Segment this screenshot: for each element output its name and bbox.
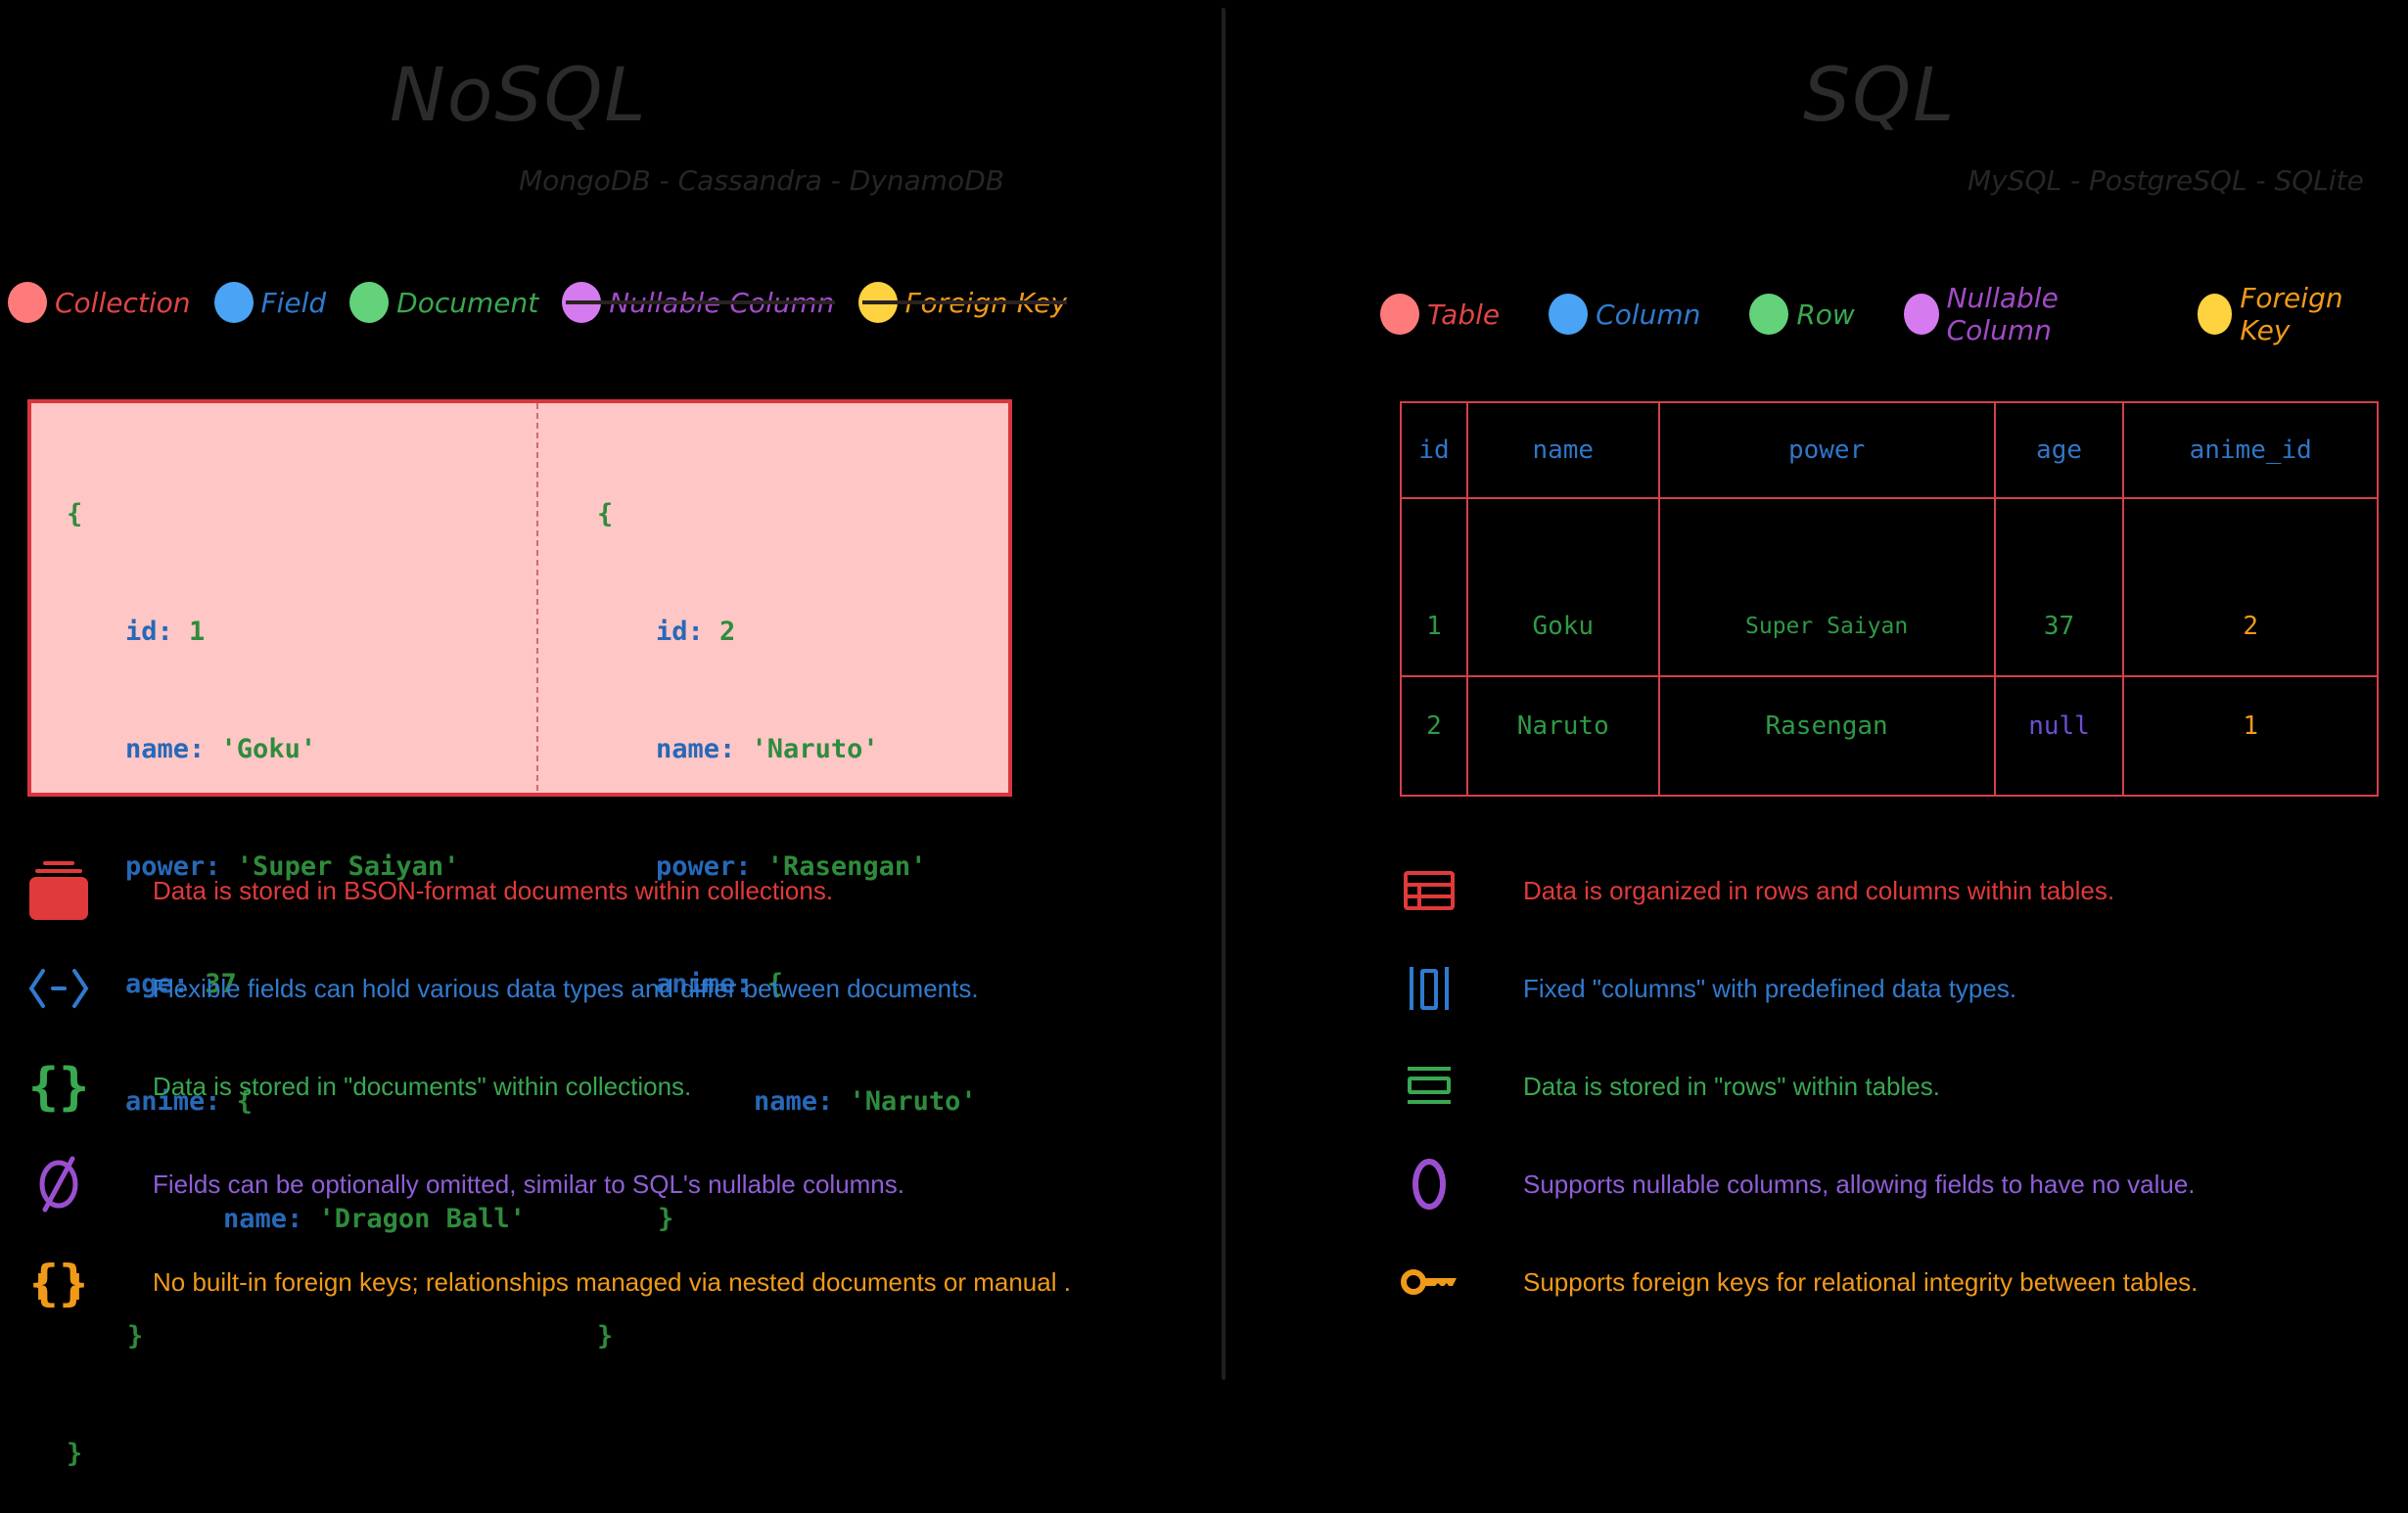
legend-dot — [1549, 294, 1589, 335]
key-icon — [1398, 1251, 1460, 1313]
legend-item-collection: Collection — [8, 282, 191, 323]
legend-label: Document — [396, 286, 539, 319]
feature-text: Data is stored in "rows" within tables. — [1523, 1071, 1940, 1101]
nosql-legend: Collection Field Document Nullable Colum… — [8, 282, 1090, 323]
empty-set-icon — [27, 1153, 90, 1215]
legend-label: Collection — [55, 286, 191, 319]
document-separator — [536, 403, 538, 791]
feature-text: Supports foreign keys for relational int… — [1523, 1266, 2199, 1297]
legend-dot — [1903, 294, 1939, 335]
zero-null-icon — [1398, 1153, 1460, 1215]
legend-label: Row — [1796, 298, 1855, 331]
column-header-name: name — [1465, 401, 1660, 499]
sql-table: id name power age anime_id 1 Goku Super … — [1400, 401, 2379, 797]
table-header-row: id name power age anime_id — [1400, 401, 2379, 499]
sql-feature-rows: Data is stored in "rows" within tables. — [1398, 1055, 1940, 1118]
strikethrough-line — [566, 300, 835, 304]
svg-text:{}: {} — [28, 1058, 90, 1117]
legend-label: Table — [1427, 298, 1501, 331]
doc-nested-close: } — [127, 1321, 144, 1352]
legend-item-foreign-key: Foreign Key — [857, 282, 1067, 323]
nosql-feature-no-foreign-keys: {}[ ] No built-in foreign keys; relation… — [27, 1251, 1071, 1313]
doc-close-brace: } — [597, 1321, 614, 1352]
sql-feature-nullable: Supports nullable columns, allowing fiel… — [1398, 1153, 2196, 1215]
legend-item-document: Document — [349, 282, 538, 323]
doc-open-brace: { — [597, 499, 614, 529]
column-header-id: id — [1400, 401, 1468, 499]
nosql-feature-documents: {} Data is stored in "documents" within … — [27, 1055, 692, 1118]
table-cell-foreign-key: 2 — [2122, 497, 2379, 677]
table-cell: 1 — [1400, 497, 1468, 677]
doc-field: id: 1 — [125, 617, 206, 647]
legend-item-row: Row — [1749, 294, 1855, 335]
legend-item-column: Column — [1549, 294, 1700, 335]
feature-text: Fixed "columns" with predefined data typ… — [1523, 973, 2017, 1003]
sql-feature-foreign-keys: Supports foreign keys for relational int… — [1398, 1251, 2198, 1313]
legend-dot — [2197, 294, 2233, 335]
feature-text: Supports nullable columns, allowing fiel… — [1523, 1169, 2196, 1199]
sql-legend: Table Column Row Nullable Column Foreign… — [1380, 282, 2408, 346]
sql-feature-columns: Fixed "columns" with predefined data typ… — [1398, 957, 2016, 1020]
table-cell-foreign-key: 1 — [2122, 675, 2379, 797]
legend-label: Nullable Column — [1946, 282, 2059, 346]
doc-open-brace: { — [67, 499, 83, 529]
collection-stack-icon — [27, 859, 90, 922]
nosql-feature-flexible-fields: Flexible fields can hold various data ty… — [27, 957, 979, 1020]
curly-braces-icon: {} — [27, 1055, 90, 1118]
doc-field: name: 'Naruto' — [656, 734, 879, 764]
legend-label: Field — [260, 286, 327, 319]
nested-braces-icon: {}[ ] — [27, 1251, 90, 1313]
legend-item-nullable-column: Nullable Column — [1903, 282, 2149, 346]
rows-icon — [1398, 1055, 1460, 1118]
doc-field: name: 'Goku' — [125, 734, 317, 764]
table-grid-icon — [1398, 859, 1460, 922]
legend-label: Foreign Key — [2240, 282, 2343, 346]
table-cell: 37 — [1993, 497, 2125, 677]
columns-icon — [1398, 957, 1460, 1020]
legend-label: Column — [1596, 298, 1701, 331]
legend-item-nullable-column: Nullable Column — [562, 282, 835, 323]
feature-text: Fields can be optionally omitted, simila… — [153, 1169, 904, 1199]
legend-dot — [1749, 294, 1789, 335]
doc-close-brace: } — [67, 1439, 83, 1469]
table-cell: Naruto — [1465, 675, 1660, 797]
table-cell-null: null — [1993, 675, 2125, 797]
table-cell: Goku — [1465, 497, 1660, 677]
column-header-age: age — [1993, 401, 2125, 499]
table-cell: Rasengan — [1657, 675, 1996, 797]
legend-item-table: Table — [1380, 294, 1500, 335]
code-brackets-icon — [27, 957, 90, 1020]
feature-text: Data is stored in "documents" within col… — [153, 1071, 692, 1101]
table-row: 2 Naruto Rasengan null 1 — [1400, 675, 2379, 797]
legend-item-field: Field — [213, 282, 327, 323]
center-divider — [1222, 8, 1226, 1380]
legend-dot — [8, 282, 47, 323]
legend-item-foreign-key: Foreign Key — [2197, 282, 2385, 346]
table-cell: 2 — [1400, 675, 1468, 797]
feature-text: No built-in foreign keys; relationships … — [153, 1266, 1071, 1297]
column-header-anime-id: anime_id — [2122, 401, 2379, 499]
sql-subtitle: MySQL - PostgreSQL - SQLite — [1968, 164, 2364, 197]
legend-dot — [213, 282, 254, 323]
doc-field: id: 2 — [656, 617, 736, 647]
svg-text:[ ]: [ ] — [32, 1269, 85, 1304]
nosql-feature-collections: Data is stored in BSON-format documents … — [27, 859, 833, 922]
nosql-subtitle: MongoDB - Cassandra - DynamoDB — [519, 164, 1004, 197]
legend-dot — [349, 282, 390, 323]
strikethrough-line — [861, 300, 1067, 304]
nosql-title: NoSQL — [390, 51, 648, 138]
sql-feature-tables: Data is organized in rows and columns wi… — [1398, 859, 2114, 922]
sql-title: SQL — [1803, 51, 1957, 138]
feature-text: Data is organized in rows and columns wi… — [1523, 875, 2115, 905]
legend-dot — [1380, 294, 1419, 335]
table-row: 1 Goku Super Saiyan 37 2 — [1400, 497, 2379, 677]
nosql-feature-optional-fields: Fields can be optionally omitted, simila… — [27, 1153, 904, 1215]
table-cell: Super Saiyan — [1657, 497, 1996, 677]
column-header-power: power — [1657, 401, 1996, 499]
feature-text: Data is stored in BSON-format documents … — [153, 875, 834, 905]
feature-text: Flexible fields can hold various data ty… — [153, 973, 979, 1003]
